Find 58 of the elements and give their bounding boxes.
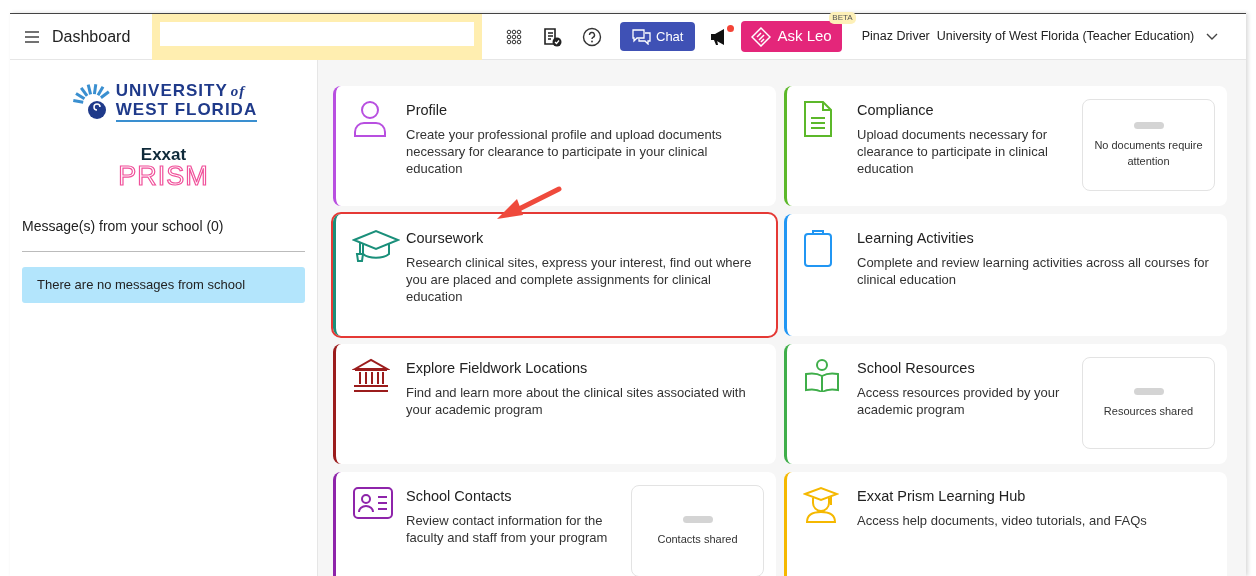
menu-icon[interactable]: [24, 29, 40, 44]
feature-card[interactable]: Profile Create your professional profile and upload documents necessary for clearance to participate in your clinical education: [333, 86, 776, 206]
diamond-icon: [751, 26, 772, 47]
ask-leo-button[interactable]: Ask Leo: [741, 21, 842, 52]
chat-icon: [632, 28, 652, 45]
card-title: Exxat Prism Learning Hub: [857, 487, 1027, 506]
feature-card[interactable]: Compliance Upload documents necessary for clearance to participate in clinical education No documents require attention: [784, 86, 1227, 206]
help-icon[interactable]: [582, 26, 602, 47]
product-logo-text: PRISM: [118, 163, 209, 190]
card-description: Review contact information for the faculty and staff from your program: [406, 511, 609, 546]
feature-card[interactable]: School Resources Access resources provided by your academic program Resources shared: [784, 344, 1227, 464]
document-check-icon[interactable]: [542, 26, 562, 47]
card-description: Access resources provided by your academic program: [857, 383, 1061, 418]
placeholder-bar: [682, 515, 713, 523]
messages-notice: There are no messages from school: [22, 267, 305, 303]
institution-name[interactable]: University of West Florida (Teacher Education): [936, 27, 1195, 46]
building-icon: [352, 358, 390, 394]
feature-card[interactable]: School Contacts Review contact information for the faculty and staff from your program Contacts shared: [333, 472, 776, 576]
feature-card[interactable]: Coursework Research clinical sites, express your interest, find out where you are placed and complete assignments for clinical education: [333, 214, 776, 336]
panel-text: Resources shared: [1103, 403, 1194, 419]
person-icon: [352, 100, 388, 138]
card-title: Profile: [406, 101, 449, 120]
card-title: School Contacts: [406, 487, 513, 506]
clipboard-icon: [803, 228, 833, 268]
document-icon: [803, 100, 833, 138]
chevron-down-icon[interactable]: [1206, 32, 1219, 41]
feature-card[interactable]: Explore Fieldwork Locations Find and learn more about the clinical sites associated with your academic program: [333, 344, 776, 464]
brand-logo-text: Exxat: [139, 146, 188, 163]
card-description: Research clinical sites, express your interest, find out where you are placed and complete assignments for clinical education: [406, 253, 753, 305]
card-description: Upload documents necessary for clearance to participate in clinical education: [857, 125, 1049, 177]
search-field[interactable]: [152, 13, 482, 60]
book-reader-icon: [803, 358, 841, 392]
placeholder-bar: [1133, 121, 1164, 129]
card-title: Coursework: [406, 229, 485, 248]
graduation-cap-icon: [352, 228, 400, 264]
card-description: Create your professional profile and upload documents necessary for clearance to participate in your clinical education: [406, 125, 723, 177]
messages-heading: Message(s) from your school (0): [22, 216, 305, 252]
card-title: Explore Fieldwork Locations: [406, 359, 589, 378]
page-title: Dashboard: [52, 26, 132, 47]
card-description: Complete and review learning activities across all courses for clinical education: [857, 253, 1210, 288]
school-logo-text: UNIVERSITY of: [115, 82, 247, 101]
beta-badge: BETA: [829, 12, 856, 25]
feature-card[interactable]: Learning Activities Complete and review learning activities across all courses for clinical education: [784, 214, 1227, 336]
panel-text: No documents require attention: [1093, 137, 1204, 169]
card-title: Compliance: [857, 101, 935, 120]
feature-card[interactable]: Exxat Prism Learning Hub Access help documents, video tutorials, and FAQs: [784, 472, 1227, 576]
card-title: Learning Activities: [857, 229, 975, 248]
panel-text: Contacts shared: [657, 531, 738, 547]
school-logo-text: WEST FLORIDA: [115, 101, 258, 122]
id-card-icon: [352, 486, 394, 520]
card-description: Access help documents, video tutorials, and FAQs: [857, 511, 1148, 529]
chat-button[interactable]: Chat: [620, 21, 696, 52]
card-title: School Resources: [857, 359, 976, 378]
user-name: Pinaz Driver: [861, 28, 930, 46]
graduate-icon: [803, 486, 839, 524]
card-description: Find and learn more about the clinical sites associated with your academic program: [406, 383, 747, 418]
placeholder-bar: [1133, 387, 1164, 395]
apps-grid-icon[interactable]: [506, 28, 522, 45]
